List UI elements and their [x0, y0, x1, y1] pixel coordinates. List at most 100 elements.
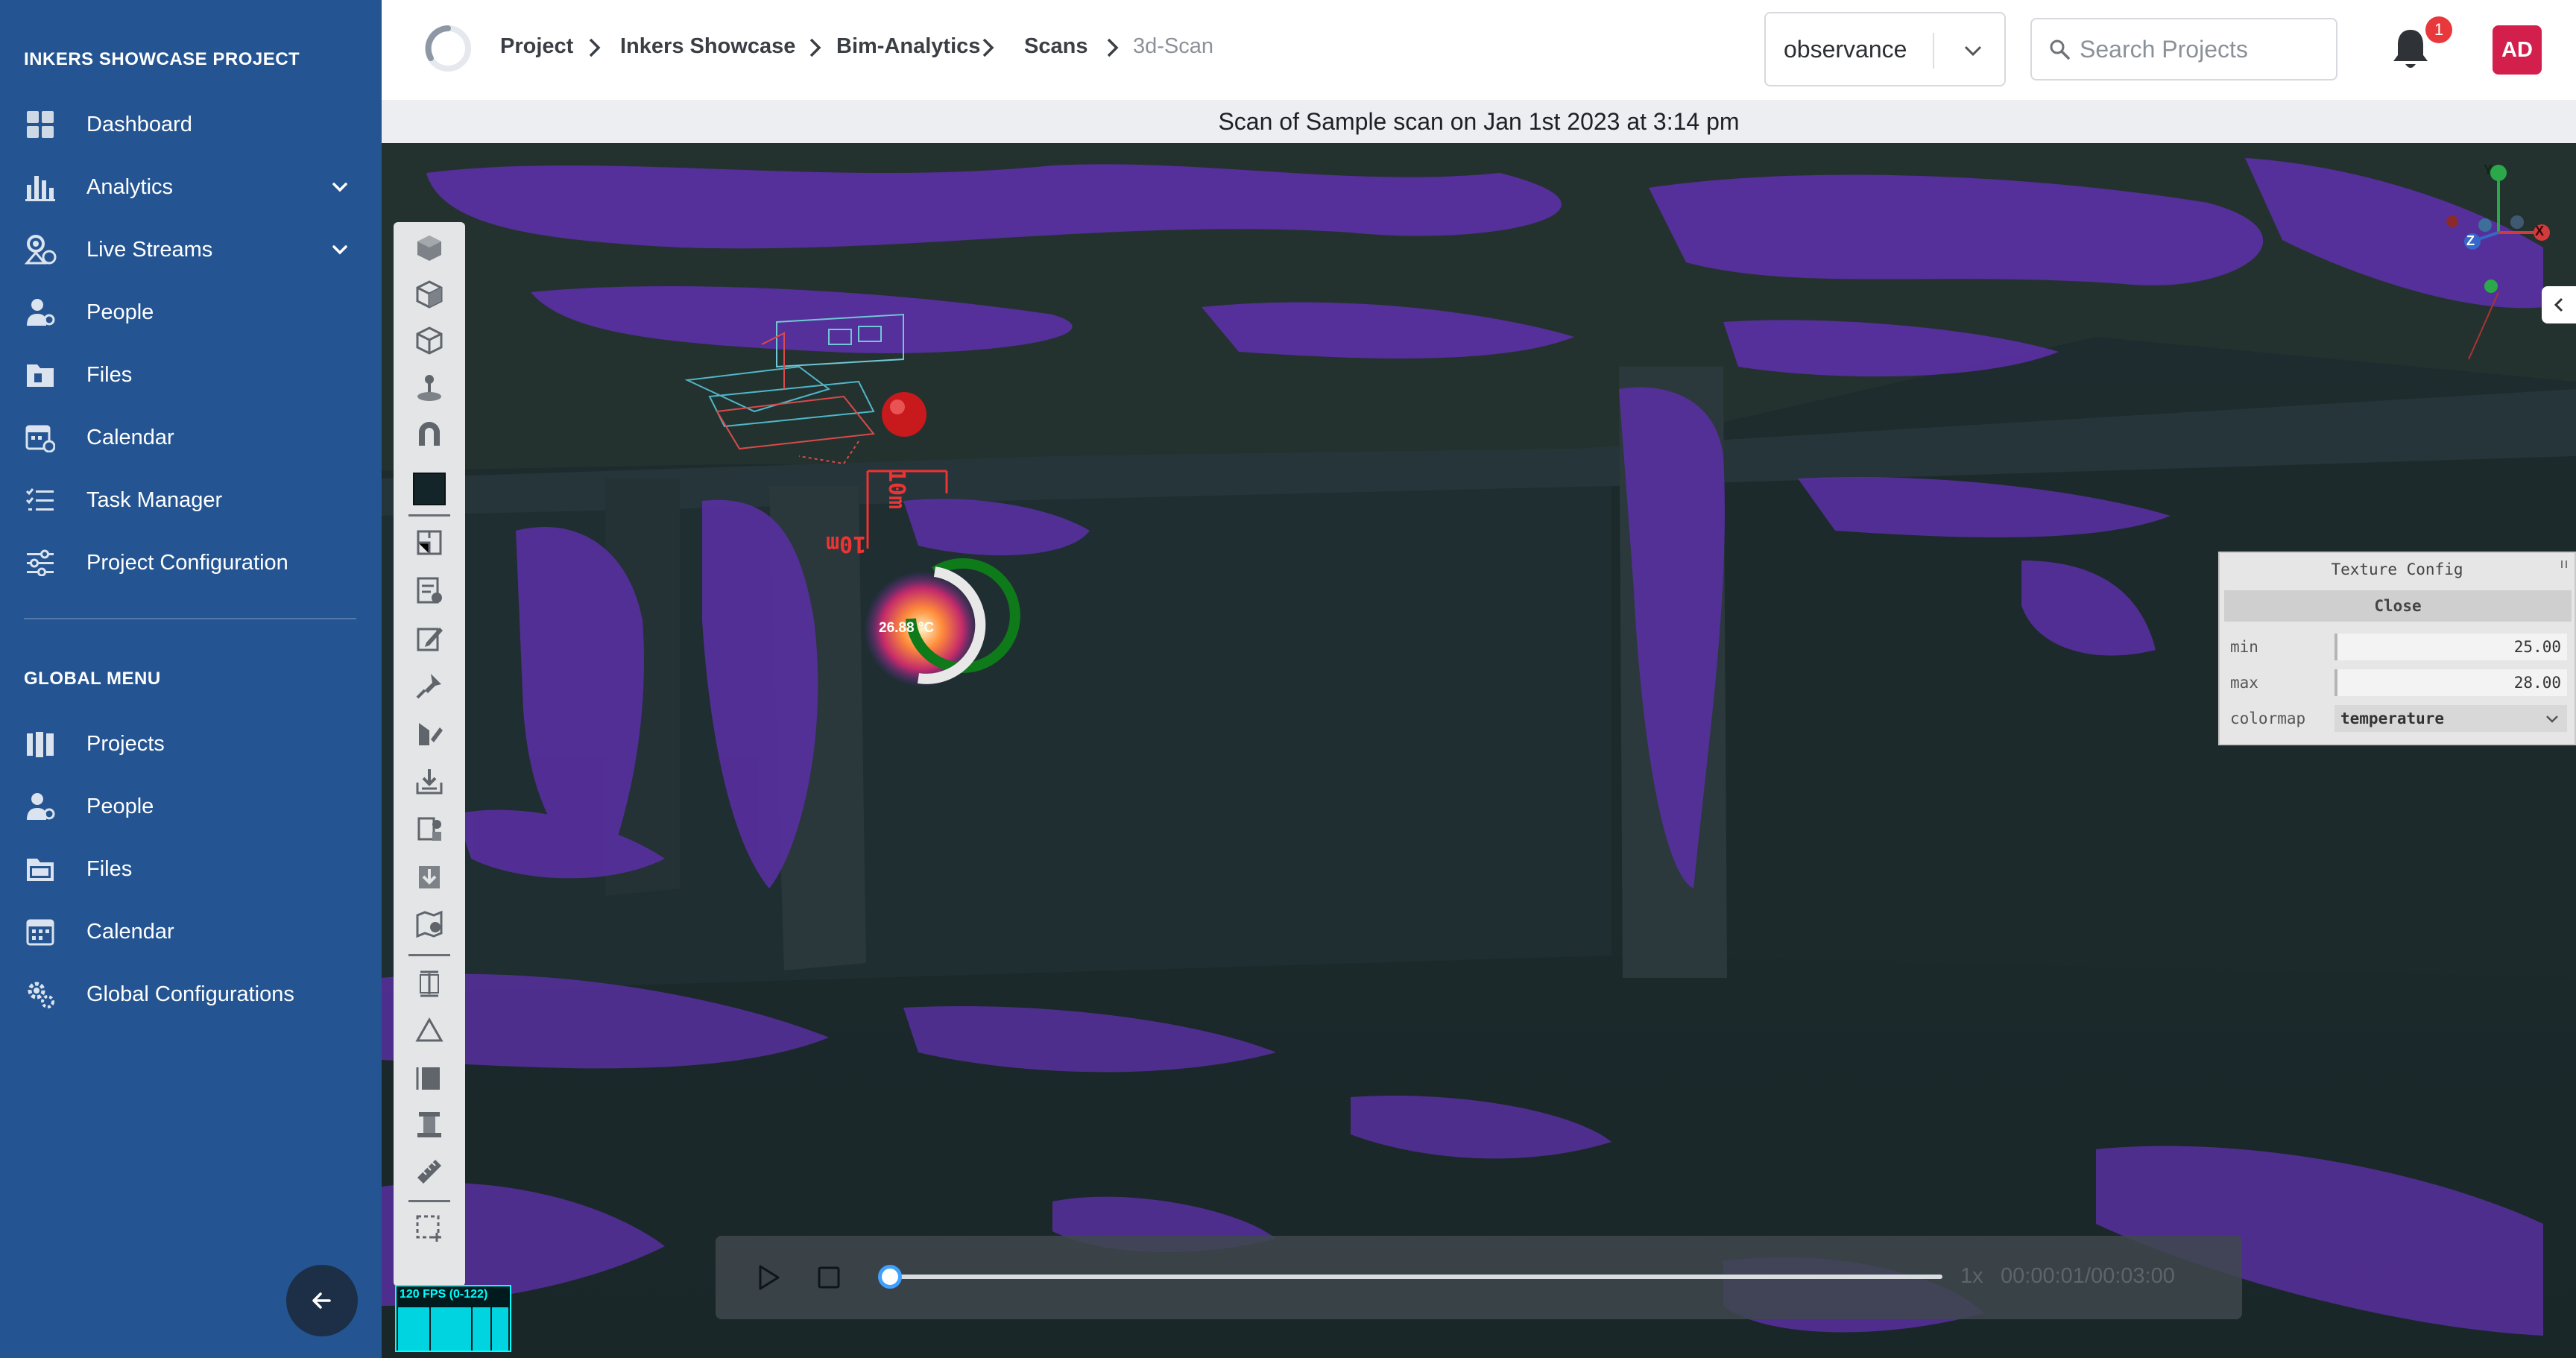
- sidebar: INKERS SHOWCASE PROJECT Dashboard Analyt…: [0, 0, 382, 1358]
- fps-graph: [398, 1307, 508, 1351]
- sidebar-item-files[interactable]: Files: [24, 353, 352, 397]
- texture-config-close-button[interactable]: Close: [2224, 590, 2572, 622]
- sidebar-item-project-configuration[interactable]: Project Configuration: [24, 540, 352, 585]
- breadcrumb-project[interactable]: Project: [500, 34, 573, 59]
- fps-label: 120 FPS (0-122): [400, 1288, 488, 1301]
- column-icon[interactable]: [407, 1105, 452, 1143]
- max-label: max: [2230, 674, 2258, 692]
- map-pin-icon[interactable]: [407, 905, 452, 944]
- side-panel-toggle[interactable]: [2542, 286, 2576, 323]
- files-icon: [24, 853, 57, 885]
- annotate-icon[interactable]: [407, 619, 452, 657]
- sidebar-divider: [24, 618, 356, 619]
- breadcrumb-current: 3d-Scan: [1133, 34, 1214, 58]
- plan-edit-icon[interactable]: [407, 571, 452, 610]
- sidebar-item-projects[interactable]: Projects: [24, 721, 352, 766]
- files-icon: [24, 359, 57, 391]
- height-measure-icon[interactable]: [407, 964, 452, 1003]
- chevron-right-icon: [809, 38, 821, 57]
- app-root: INKERS SHOWCASE PROJECT Dashboard Analyt…: [0, 0, 2576, 1358]
- sidebar-item-label: Calendar: [86, 919, 174, 944]
- breadcrumb-inkers-showcase[interactable]: Inkers Showcase: [620, 34, 795, 59]
- colormap-select[interactable]: temperature: [2334, 705, 2567, 732]
- ruler-icon[interactable]: [407, 1152, 452, 1191]
- floor-plan-icon[interactable]: [407, 523, 452, 562]
- chevron-down-icon[interactable]: [328, 175, 352, 199]
- pin-tool-icon[interactable]: [407, 666, 452, 705]
- sidebar-item-live-streams[interactable]: Live Streams: [24, 227, 352, 272]
- breadcrumb-bim-analytics[interactable]: Bim-Analytics: [836, 34, 980, 59]
- tool-separator: [408, 954, 450, 956]
- tool-separator: [408, 514, 450, 517]
- global-menu-heading: GLOBAL MENU: [24, 669, 161, 689]
- task-manager-icon: [24, 484, 57, 517]
- cube-iso-icon[interactable]: [407, 274, 452, 313]
- sidebar-item-analytics[interactable]: Analytics: [24, 165, 352, 209]
- chevron-right-icon: [589, 38, 601, 57]
- sidebar-item-label: People: [86, 300, 154, 324]
- component-tool-icon[interactable]: [407, 809, 452, 848]
- people-icon: [24, 296, 57, 329]
- magnet-icon[interactable]: [407, 414, 452, 453]
- people-icon: [24, 790, 57, 823]
- stop-icon[interactable]: [814, 1263, 844, 1292]
- sidebar-item-global-configurations[interactable]: Global Configurations: [24, 972, 352, 1017]
- play-icon[interactable]: [753, 1263, 783, 1292]
- marker-sphere[interactable]: [882, 392, 926, 437]
- sidebar-item-task-manager[interactable]: Task Manager: [24, 478, 352, 522]
- search-input[interactable]: [2080, 35, 2326, 63]
- max-input[interactable]: 28.00: [2334, 669, 2567, 696]
- triangle-measure-icon[interactable]: [407, 1011, 452, 1049]
- chevron-left-icon: [2554, 297, 2563, 312]
- global-configurations-icon: [24, 978, 57, 1011]
- download-icon[interactable]: [407, 857, 452, 896]
- sidebar-item-global-files[interactable]: Files: [24, 847, 352, 891]
- breadcrumb-scans[interactable]: Scans: [1024, 34, 1087, 59]
- panel-grip-icon[interactable]: [2561, 560, 2567, 568]
- chevron-right-icon: [982, 38, 994, 57]
- search-box[interactable]: [2030, 18, 2337, 80]
- playback-speed[interactable]: 1x: [1960, 1264, 1983, 1289]
- sidebar-item-label: Calendar: [86, 425, 174, 449]
- colormap-value: temperature: [2340, 710, 2445, 727]
- sidebar-item-people[interactable]: People: [24, 290, 352, 335]
- chevron-down-icon[interactable]: [328, 238, 352, 262]
- chevron-right-icon: [1107, 38, 1119, 57]
- max-row: max 28.00: [2220, 666, 2575, 699]
- temperature-reading: 26.88 °C: [879, 620, 935, 636]
- min-input[interactable]: 25.00: [2334, 634, 2567, 660]
- edit-plan-icon[interactable]: [407, 714, 452, 753]
- cube-front-icon[interactable]: [407, 228, 452, 267]
- sidebar-item-calendar[interactable]: Calendar: [24, 415, 352, 460]
- cube-top-icon[interactable]: [407, 320, 452, 359]
- point-cloud-scene[interactable]: [382, 143, 2576, 1358]
- notification-count-badge: 1: [2425, 16, 2452, 43]
- texture-config-panel: Texture Config Close min 25.00 max 28.00…: [2218, 552, 2576, 745]
- collapse-sidebar-button[interactable]: [286, 1265, 358, 1336]
- sidebar-item-global-calendar[interactable]: Calendar: [24, 909, 352, 954]
- import-icon[interactable]: [407, 762, 452, 800]
- sidebar-item-label: Global Configurations: [86, 982, 294, 1006]
- user-avatar[interactable]: AD: [2493, 25, 2542, 75]
- fps-meter: 120 FPS (0-122): [395, 1285, 511, 1352]
- color-swatch-icon[interactable]: [407, 470, 452, 508]
- projects-icon: [24, 727, 57, 760]
- sidebar-item-label: Project Configuration: [86, 550, 288, 575]
- sidebar-item-dashboard[interactable]: Dashboard: [24, 102, 352, 147]
- playback-thumb[interactable]: [878, 1265, 902, 1289]
- panel-icon[interactable]: [407, 1058, 452, 1097]
- sidebar-item-global-people[interactable]: People: [24, 784, 352, 829]
- scan-viewer[interactable]: 10m 10m 26.88 °C Y X Z 120 FPS (0-122) T…: [382, 143, 2576, 1358]
- colormap-label: colormap: [2230, 710, 2306, 727]
- top-bar: Project Inkers Showcase Bim-Analytics Sc…: [382, 0, 2576, 98]
- select-region-icon[interactable]: [407, 1209, 452, 1248]
- joystick-icon[interactable]: [407, 368, 452, 407]
- project-select[interactable]: observance: [1764, 12, 2006, 86]
- app-logo-icon[interactable]: [422, 22, 474, 75]
- select-separator: [1933, 33, 1934, 69]
- sidebar-item-label: Analytics: [86, 174, 174, 199]
- axis-z-label: Z: [2466, 233, 2475, 248]
- texture-config-title[interactable]: Texture Config: [2220, 553, 2575, 586]
- playback-slider[interactable]: [878, 1265, 1942, 1289]
- project-heading: INKERS SHOWCASE PROJECT: [24, 49, 300, 69]
